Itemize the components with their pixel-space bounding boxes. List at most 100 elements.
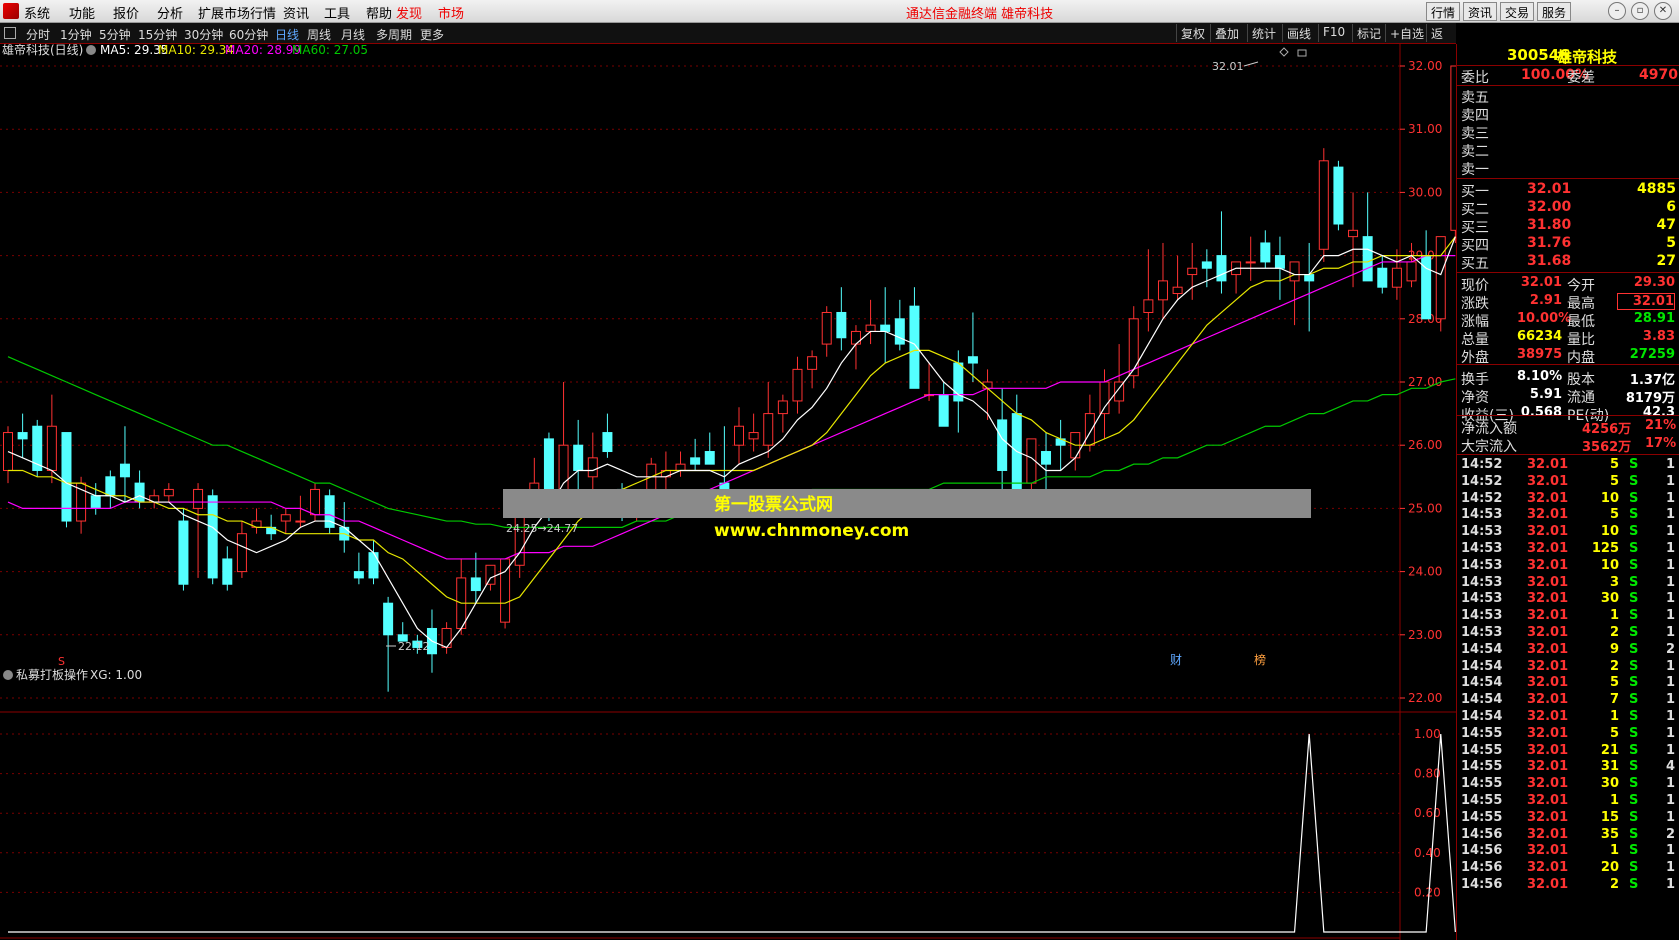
candle[interactable] [207,489,218,585]
tick-cell: 14:55 [1461,776,1503,792]
tick-row: 14:53 32.01 125 S 1 [1457,541,1679,559]
candle[interactable] [500,558,511,629]
tick-cell: 1 [1665,860,1675,876]
period-tab-3[interactable]: 15分钟 [138,26,177,43]
watermark-band [503,489,1311,518]
divider [1457,415,1679,416]
menu-item-7[interactable]: 帮助 [366,3,392,22]
tick-cell: 32.01 [1527,776,1569,792]
tick-cell: 1 [1665,473,1675,489]
flow-row: 净流入额 4256万 21% [1457,418,1679,437]
candle[interactable] [1128,306,1139,389]
tick-cell: 32.01 [1527,793,1569,808]
candle[interactable] [324,489,335,534]
restore-icon[interactable]: ▫ [1631,2,1649,20]
tick-cell: 5 [1609,675,1619,691]
chart-title: 雄帝科技(日线) [2,44,83,57]
tick-cell: 1 [1665,709,1675,724]
tool-button-3[interactable]: 画线 [1282,24,1315,42]
menu-item-4[interactable]: 扩展市场行情 [198,3,276,22]
tick-cell: 1 [1665,877,1675,892]
period-tab-8[interactable]: 月线 [341,26,365,43]
tool-button-2[interactable]: 统计 [1247,24,1280,42]
tick-cell: 3 [1609,574,1619,590]
quote-text: 流通 [1567,390,1595,406]
close-icon[interactable]: ✕ [1654,2,1672,20]
menu-item-6[interactable]: 工具 [324,3,350,22]
tick-cell: 1 [1665,625,1675,640]
candle[interactable] [1333,160,1344,231]
top-tab-3[interactable]: 服务 [1537,2,1572,21]
period-tab-4[interactable]: 30分钟 [184,26,223,43]
top-tab-0[interactable]: 行情 [1426,2,1461,21]
top-tab-2[interactable]: 交易 [1500,2,1535,21]
indicator-toggle-icon[interactable] [3,670,13,680]
period-tab-6[interactable]: 日线 [275,26,299,43]
period-tab-9[interactable]: 多周期 [376,26,412,43]
period-tab-7[interactable]: 周线 [307,26,331,43]
menu-item-3[interactable]: 分析 [157,3,183,22]
quote-text: 大宗流入 [1461,439,1517,455]
buy-row: 买五 31.68 27 [1457,253,1679,272]
tick-cell: 14:52 [1461,490,1503,506]
period-tab-5[interactable]: 60分钟 [229,26,268,43]
tool-button-0[interactable]: 复权 [1176,24,1209,42]
period-tab-0[interactable]: 分时 [26,26,50,43]
tick-cell: 32.01 [1527,860,1569,876]
flow-row: 大宗流入 3562万 17% [1457,436,1679,455]
minimize-icon[interactable]: – [1608,2,1626,20]
quote-text: 买四 [1461,238,1489,254]
tick-row: 14:53 32.01 10 S 1 [1457,524,1679,542]
quote-text: 股本 [1567,372,1595,388]
sell-row: 卖三 [1457,123,1679,142]
range-label: 24.25→24.77 [506,522,578,535]
legend-toggle-icon[interactable] [86,45,96,55]
tick-cell: 1 [1609,843,1619,859]
period-tab-2[interactable]: 5分钟 [99,26,131,43]
tick-cell: 1 [1665,557,1675,573]
quote-text: 47 [1656,217,1676,233]
menu-item-2[interactable]: 报价 [113,3,139,22]
tick-cell: 7 [1609,692,1619,708]
candle[interactable] [1318,148,1329,262]
quote-text: 买三 [1461,220,1489,236]
quote-text: 31.80 [1527,217,1572,233]
period-tab-10[interactable]: 更多 [420,26,444,43]
candle[interactable] [178,508,189,591]
menu-item-0[interactable]: 系统 [24,3,50,22]
tick-cell: 1 [1665,843,1675,859]
tool-button-6[interactable]: +自选 [1385,24,1428,42]
quote-text: 32.01 [1520,275,1562,290]
tool-button-1[interactable]: 叠加 [1210,24,1243,42]
tick-cell: 14:53 [1461,574,1503,590]
tick-cell: 14:53 [1461,608,1503,624]
indicator-tick: 1.00 [1414,727,1441,741]
tick-cell: 1 [1665,457,1675,472]
tick-cell: 14:52 [1461,457,1503,472]
tick-cell: 5 [1609,457,1619,472]
panel-toggle-icon[interactable] [4,27,16,39]
menu-item-1[interactable]: 功能 [69,3,95,22]
menu-item-5[interactable]: 资讯 [283,3,309,22]
indicator-tick: 0.80 [1414,767,1441,781]
ma60-legend: MA60: 27.05 [292,44,368,57]
tool-button-7[interactable]: 返回 [1426,24,1456,58]
tick-cell: 32.01 [1527,692,1569,708]
tick-cell: 14:54 [1461,692,1503,708]
tool-button-4[interactable]: F10 [1318,24,1349,42]
tick-cell: S [1629,709,1639,724]
tick-cell: 1 [1665,591,1675,607]
tick-cell: 32.01 [1527,641,1569,657]
kline-svg[interactable]: 32.0031.0030.0029.0028.0027.0026.0025.00… [0,44,1456,940]
candle[interactable] [32,419,43,477]
quote-text: 1.37亿 [1629,373,1675,388]
tick-cell: S [1629,860,1639,876]
period-tab-1[interactable]: 1分钟 [60,26,92,43]
tick-cell: S [1629,473,1639,489]
tool-button-5[interactable]: 标记 [1352,24,1385,42]
menu-discover[interactable]: 发现 [396,3,422,22]
menu-market[interactable]: 市场 [438,3,464,22]
tick-cell: 32.01 [1527,557,1569,573]
top-tab-1[interactable]: 资讯 [1463,2,1498,21]
tick-cell: 14:53 [1461,557,1503,573]
